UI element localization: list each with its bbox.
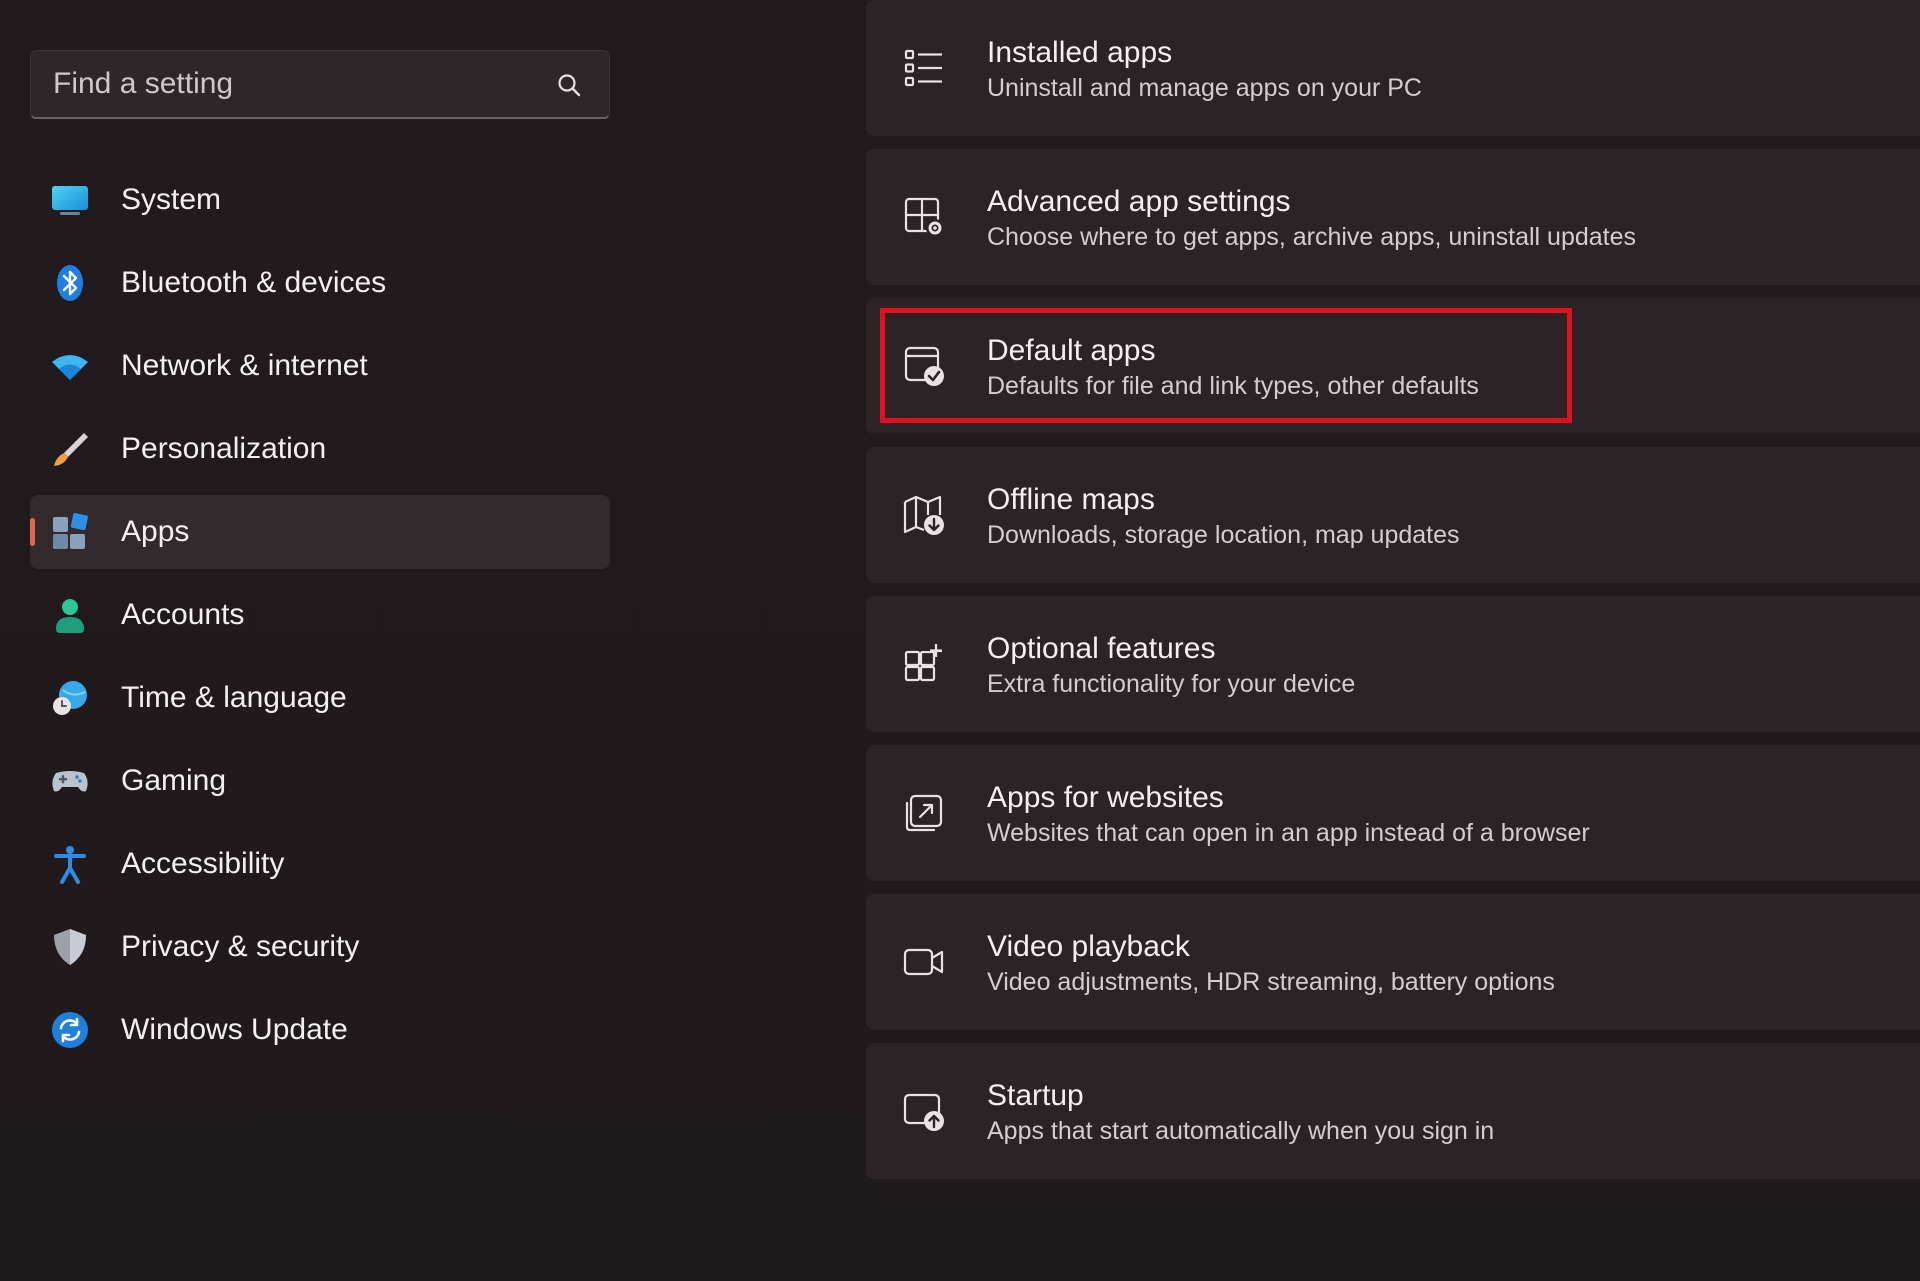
- sidebar-item-label: Network & internet: [121, 349, 368, 382]
- sidebar-item-label: Accessibility: [121, 847, 285, 880]
- card-title: Optional features: [987, 632, 1216, 665]
- selection-indicator: [30, 518, 35, 546]
- card-title: Startup: [987, 1079, 1084, 1112]
- sidebar-item-label: Windows Update: [121, 1013, 348, 1046]
- card-title: Video playback: [987, 930, 1190, 963]
- card-title: Advanced app settings: [987, 185, 1291, 218]
- search-input[interactable]: [53, 51, 553, 117]
- update-icon: [52, 1012, 88, 1048]
- settings-window: System Bluetooth & devices Network & int…: [0, 0, 1920, 1281]
- sidebar-item-bluetooth-devices[interactable]: Bluetooth & devices: [30, 246, 610, 320]
- sidebar-item-accounts[interactable]: Accounts: [30, 578, 610, 652]
- sidebar-item-label: Personalization: [121, 432, 327, 465]
- sidebar-item-label: Accounts: [121, 598, 245, 631]
- sidebar-nav: System Bluetooth & devices Network & int…: [30, 163, 610, 1076]
- optional-features-card[interactable]: Optional features Extra functionality fo…: [866, 596, 1920, 732]
- card-title: Default apps: [987, 334, 1156, 367]
- shield-icon: [54, 929, 86, 965]
- sidebar-item-windows-update[interactable]: Windows Update: [30, 993, 610, 1067]
- card-subtitle: Defaults for file and link types, other …: [987, 372, 1479, 400]
- startup-card[interactable]: Startup Apps that start automatically wh…: [866, 1043, 1920, 1179]
- gamepad-icon: [52, 771, 88, 792]
- bluetooth-icon: [57, 265, 83, 301]
- offline-map-icon: [903, 495, 944, 535]
- card-subtitle: Uninstall and manage apps on your PC: [987, 74, 1422, 102]
- default-apps-card[interactable]: Default apps Defaults for file and link …: [866, 298, 1920, 434]
- card-title: Offline maps: [987, 483, 1155, 516]
- installed-apps-card[interactable]: Installed apps Uninstall and manage apps…: [866, 0, 1920, 136]
- sidebar-item-network-internet[interactable]: Network & internet: [30, 329, 610, 403]
- offline-maps-card[interactable]: Offline maps Downloads, storage location…: [866, 447, 1920, 583]
- sidebar-item-label: Gaming: [121, 764, 227, 797]
- apps-for-websites-card[interactable]: Apps for websites Websites that can open…: [866, 745, 1920, 881]
- advanced-app-settings-card[interactable]: Advanced app settings Choose where to ge…: [866, 149, 1920, 285]
- sidebar-item-gaming[interactable]: Gaming: [30, 744, 610, 818]
- video-playback-card[interactable]: Video playback Video adjustments, HDR st…: [866, 894, 1920, 1030]
- video-camera-icon: [903, 948, 944, 976]
- card-title: Apps for websites: [987, 781, 1224, 814]
- apps-icon: [53, 513, 88, 549]
- sidebar-item-label: Apps: [121, 515, 190, 548]
- person-icon: [56, 599, 84, 633]
- card-subtitle: Websites that can open in an app instead…: [987, 819, 1590, 847]
- wifi-icon: [52, 355, 88, 380]
- app-settings-icon: [904, 197, 944, 237]
- list-icon: [904, 49, 942, 87]
- card-subtitle: Extra functionality for your device: [987, 670, 1356, 698]
- card-subtitle: Video adjustments, HDR streaming, batter…: [987, 968, 1555, 996]
- sidebar-item-label: Privacy & security: [121, 930, 360, 963]
- brush-icon: [54, 433, 88, 466]
- sidebar-item-label: Bluetooth & devices: [121, 266, 387, 299]
- card-subtitle: Choose where to get apps, archive apps, …: [987, 223, 1637, 251]
- search-icon[interactable]: [555, 71, 583, 99]
- sidebar-item-label: Time & language: [121, 681, 347, 714]
- card-subtitle: Downloads, storage location, map updates: [987, 521, 1460, 549]
- default-apps-icon: [904, 346, 944, 386]
- sidebar-item-privacy-security[interactable]: Privacy & security: [30, 910, 610, 984]
- optional-features-icon: [904, 644, 944, 682]
- startup-icon: [903, 1093, 944, 1131]
- system-icon: [52, 186, 88, 215]
- card-title: Installed apps: [987, 36, 1173, 69]
- sidebar-item-label: System: [121, 183, 222, 216]
- card-subtitle: Apps that start automatically when you s…: [987, 1117, 1495, 1145]
- globe-clock-icon: [53, 681, 87, 715]
- sidebar-item-time-language[interactable]: Time & language: [30, 661, 610, 735]
- sidebar-item-accessibility[interactable]: Accessibility: [30, 827, 610, 901]
- sidebar-item-system[interactable]: System: [30, 163, 610, 237]
- sidebar-item-apps[interactable]: Apps: [30, 495, 610, 569]
- sidebar-item-personalization[interactable]: Personalization: [30, 412, 610, 486]
- open-in-app-icon: [905, 794, 943, 832]
- accessibility-icon: [54, 846, 86, 884]
- search-box[interactable]: [30, 50, 610, 119]
